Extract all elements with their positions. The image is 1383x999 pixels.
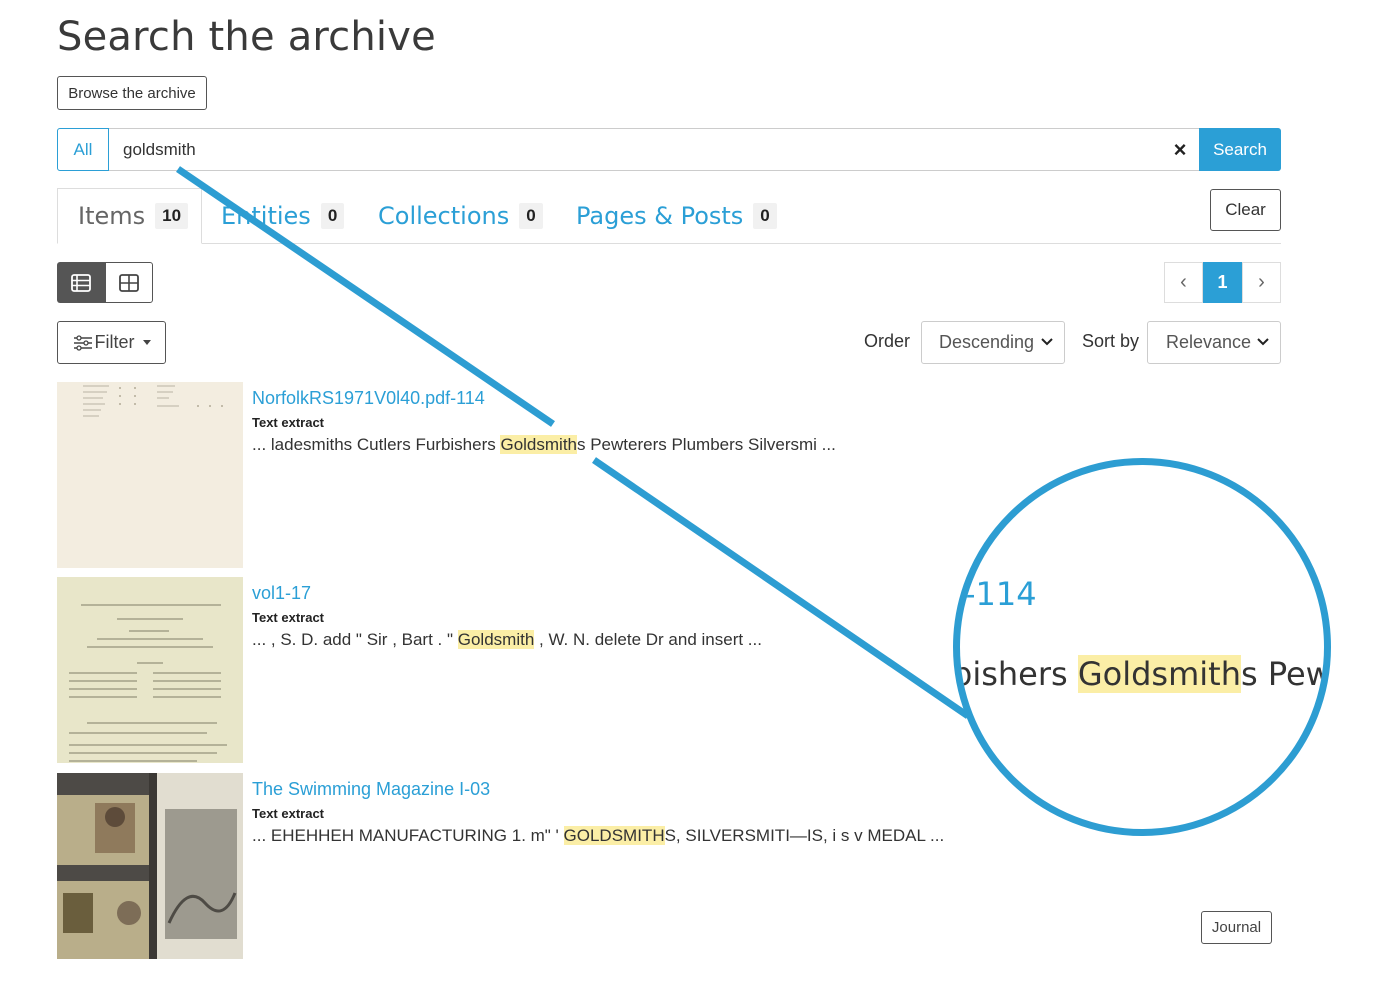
- zoom-snippet: bishers Goldsmiths Pewterers: [953, 655, 1331, 693]
- tab-collections[interactable]: Collections 0: [378, 188, 543, 244]
- result-type-label: Text extract: [252, 806, 325, 821]
- search-highlight: Goldsmith: [457, 630, 535, 649]
- next-page-button[interactable]: ›: [1242, 262, 1281, 303]
- sort-value: Relevance: [1166, 332, 1252, 352]
- search-button[interactable]: Search: [1199, 128, 1281, 171]
- grid-icon: [119, 273, 139, 292]
- tab-entities-count: 0: [320, 203, 345, 229]
- tab-pages-posts-label: Pages & Posts: [576, 202, 744, 230]
- tab-entities[interactable]: Entities 0: [221, 188, 345, 244]
- result-title-link[interactable]: The Swimming Magazine I-03: [252, 779, 490, 800]
- page-title: Search the archive: [57, 14, 436, 60]
- result-snippet: ... , S. D. add " Sir , Bart . " Goldsmi…: [252, 630, 762, 649]
- zoom-highlight: Goldsmith: [1077, 655, 1241, 693]
- zoom-magnifier: -114 bishers Goldsmiths Pewterers: [953, 458, 1331, 836]
- journal-badge: Journal: [1201, 911, 1272, 944]
- sliders-icon: [73, 334, 92, 351]
- result-title-link[interactable]: NorfolkRS1971V0l40.pdf-114: [252, 388, 485, 409]
- pagination: ‹ 1 ›: [1164, 262, 1281, 303]
- filter-label: Filter: [94, 332, 135, 352]
- search-highlight: Goldsmith: [500, 435, 577, 454]
- sort-label: Sort by: [1082, 331, 1140, 351]
- tab-pages-posts[interactable]: Pages & Posts 0: [576, 188, 777, 244]
- search-scope-button[interactable]: All: [57, 128, 109, 171]
- tab-items-label: Items: [78, 202, 146, 230]
- result-thumbnail[interactable]: [57, 577, 243, 763]
- page-1-button[interactable]: 1: [1203, 262, 1242, 303]
- result-snippet: ... EHEHHEH MANUFACTURING 1. m" ' GOLDSM…: [252, 826, 945, 845]
- order-label: Order: [864, 331, 911, 351]
- browse-archive-button[interactable]: Browse the archive: [57, 76, 207, 110]
- clear-search-icon[interactable]: ×: [1161, 129, 1199, 170]
- tab-pages-posts-count: 0: [753, 203, 777, 229]
- search-input[interactable]: [109, 129, 1161, 170]
- result-snippet: ... ladesmiths Cutlers Furbishers Goldsm…: [252, 435, 836, 454]
- result-title-link[interactable]: vol1-17: [252, 583, 311, 604]
- result-tabs: Items 10 Entities 0 Collections 0 Pages …: [57, 188, 1281, 244]
- annotation-line: [592, 457, 970, 719]
- search-highlight: GOLDSMITH: [563, 826, 665, 845]
- order-value: Descending: [939, 332, 1035, 352]
- result-thumbnail[interactable]: [57, 382, 243, 568]
- tab-items-count: 10: [155, 203, 189, 229]
- result-type-label: Text extract: [252, 610, 325, 625]
- result-thumbnail[interactable]: [57, 773, 243, 959]
- clear-button[interactable]: Clear: [1210, 189, 1281, 231]
- result-type-label: Text extract: [252, 415, 325, 430]
- tab-entities-label: Entities: [221, 202, 311, 230]
- chevron-down-icon: [1257, 338, 1269, 346]
- order-select[interactable]: Descending: [921, 321, 1065, 364]
- prev-page-button[interactable]: ‹: [1164, 262, 1203, 303]
- sort-select[interactable]: Relevance: [1147, 321, 1281, 364]
- caret-down-icon: [142, 340, 151, 345]
- tab-collections-label: Collections: [378, 202, 510, 230]
- chevron-down-icon: [1041, 338, 1053, 346]
- tab-items[interactable]: Items 10: [57, 188, 202, 244]
- list-icon: [71, 273, 91, 292]
- tab-collections-count: 0: [519, 203, 543, 229]
- filter-button[interactable]: Filter: [57, 321, 166, 364]
- list-view-button[interactable]: [57, 262, 105, 303]
- zoom-title-fragment: -114: [964, 575, 1037, 613]
- search-bar: All × Search: [57, 128, 1281, 171]
- grid-view-button[interactable]: [105, 262, 153, 303]
